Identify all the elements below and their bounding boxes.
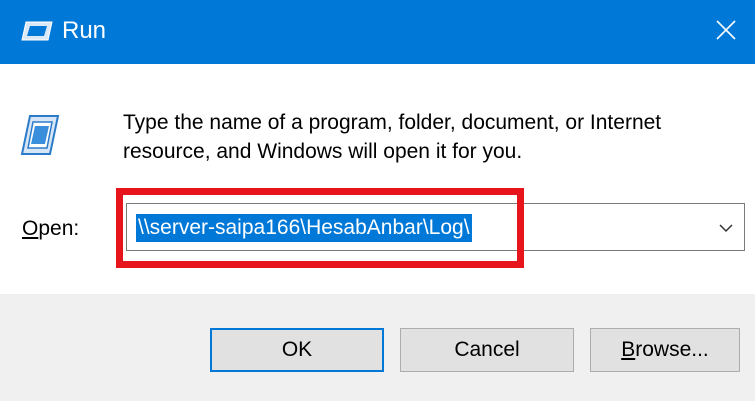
- run-icon: [18, 112, 60, 158]
- open-combobox[interactable]: \\server-saipa166\HesabAnbar\Log\: [126, 203, 745, 251]
- close-icon: [715, 19, 737, 46]
- cancel-button[interactable]: Cancel: [400, 328, 574, 372]
- browse-accelerator: B: [621, 338, 636, 361]
- browse-button[interactable]: Browse...: [590, 328, 740, 372]
- description-text: Type the name of a program, folder, docu…: [123, 111, 662, 163]
- run-icon: [20, 20, 54, 42]
- title-bar: Run: [0, 0, 755, 64]
- open-label-text: pen:: [38, 217, 80, 240]
- browse-label: rowse...: [635, 338, 709, 361]
- run-dialog: Run Type the name of a program, folder, …: [0, 0, 755, 401]
- button-bar: OK Cancel Browse...: [0, 294, 755, 401]
- ok-button[interactable]: OK: [210, 328, 384, 372]
- close-button[interactable]: [697, 0, 755, 64]
- chevron-down-icon[interactable]: [716, 218, 736, 238]
- open-label: Open:: [22, 215, 79, 243]
- open-label-accelerator: O: [22, 217, 39, 240]
- window-title: Run: [62, 17, 107, 44]
- open-input-value[interactable]: \\server-saipa166\HesabAnbar\Log\: [136, 214, 472, 242]
